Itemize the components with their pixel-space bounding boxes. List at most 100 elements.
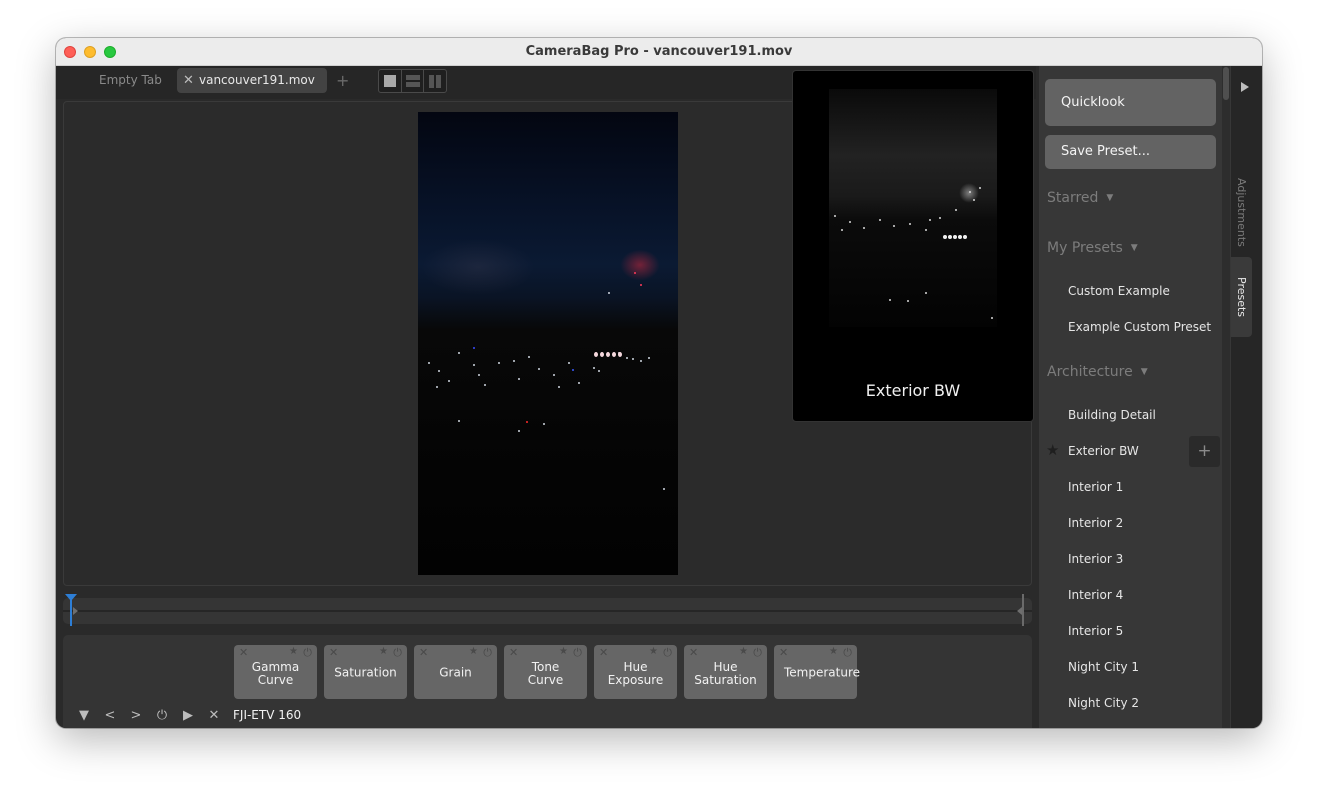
end-trim-handle[interactable]: [1022, 594, 1024, 626]
save-preset-button[interactable]: Save Preset...: [1045, 135, 1216, 169]
power-icon[interactable]: ⏻: [753, 646, 762, 660]
tab-adjustments[interactable]: Adjustments: [1231, 160, 1252, 264]
adjustment-card[interactable]: ✕ ★ ⏻ Hue Exposure: [594, 645, 677, 699]
power-icon[interactable]: ⏻: [843, 646, 852, 660]
preset-item[interactable]: Interior 1: [1068, 480, 1123, 494]
preset-section-header[interactable]: Starred ▼: [1047, 190, 1113, 206]
preset-item[interactable]: Interior 5: [1068, 624, 1123, 638]
power-icon[interactable]: ⏻: [303, 646, 312, 660]
add-preset-button[interactable]: +: [1189, 436, 1220, 467]
expand-panel-icon[interactable]: [1241, 82, 1249, 92]
remove-adjustment-icon[interactable]: ✕: [239, 646, 248, 659]
light-dot: [538, 368, 540, 370]
power-toggle-icon[interactable]: ⏻: [149, 708, 175, 723]
pin-icon[interactable]: ★: [829, 646, 838, 657]
preset-item[interactable]: Interior 4: [1068, 588, 1123, 602]
preset-item[interactable]: Custom Example: [1068, 284, 1170, 298]
preset-section-header[interactable]: Architecture ▼: [1047, 364, 1148, 380]
single-view-button[interactable]: [379, 70, 402, 92]
split-vertical-view-button[interactable]: [424, 70, 446, 92]
light-dot: [969, 191, 971, 193]
light-dot: [478, 374, 480, 376]
presets-panel: Quicklook Save Preset... Starred ▼ My Pres…: [1039, 66, 1231, 728]
remove-adjustment-icon[interactable]: ✕: [509, 646, 518, 659]
preview-caption: Exterior BW: [865, 381, 961, 400]
play-button[interactable]: ▶: [175, 708, 201, 723]
remove-adjustment-icon[interactable]: ✕: [689, 646, 698, 659]
tray-controls: ▼ < > ⏻ ▶ ✕ FJI-ETV 160: [71, 707, 301, 723]
remove-adjustment-icon[interactable]: ✕: [779, 646, 788, 659]
power-icon[interactable]: ⏻: [663, 646, 672, 660]
preset-preview-image: [829, 89, 997, 327]
scrollbar-thumb[interactable]: [1223, 67, 1229, 100]
light-dot: [889, 299, 891, 301]
adjustment-card[interactable]: ✕ ★ ⏻ Grain: [414, 645, 497, 699]
tab-presets[interactable]: Presets: [1231, 257, 1252, 337]
star-icon[interactable]: ★: [1046, 441, 1059, 459]
light-dot: [593, 367, 595, 369]
adjustment-card[interactable]: ✕ ★ ⏻ Gamma Curve: [234, 645, 317, 699]
quicklook-button[interactable]: Quicklook: [1045, 79, 1216, 126]
light-dot: [484, 384, 486, 386]
add-tab-button[interactable]: +: [336, 68, 349, 93]
clear-adjustments-button[interactable]: ✕: [201, 708, 227, 723]
light-dot: [528, 356, 530, 358]
preset-section-header[interactable]: My Presets ▼: [1047, 240, 1138, 256]
remove-adjustment-icon[interactable]: ✕: [599, 646, 608, 659]
power-icon[interactable]: ⏻: [393, 646, 402, 660]
chevron-down-icon: ▼: [1140, 367, 1148, 377]
light-dot: [849, 221, 851, 223]
timeline[interactable]: [63, 594, 1032, 626]
quicklook-preview: Exterior BW: [792, 70, 1034, 422]
light-dot: [428, 362, 430, 364]
preset-item[interactable]: Example Custom Preset: [1068, 320, 1211, 334]
pin-icon[interactable]: ★: [289, 646, 298, 657]
light-dot: [513, 360, 515, 362]
light-dot: [612, 352, 616, 357]
preset-item[interactable]: Night City 1: [1068, 660, 1139, 674]
power-icon[interactable]: ⏻: [483, 646, 492, 660]
title-bar: CameraBag Pro - vancouver191.mov: [56, 38, 1262, 66]
light-dot: [973, 199, 975, 201]
adjustment-card[interactable]: ✕ ★ ⏻ Tone Curve: [504, 645, 587, 699]
pin-icon[interactable]: ★: [739, 646, 748, 657]
preset-item[interactable]: Night City 2: [1068, 696, 1139, 710]
light-dot: [578, 382, 580, 384]
light-dot: [543, 423, 545, 425]
preset-item[interactable]: Interior 3: [1068, 552, 1123, 566]
pin-icon[interactable]: ★: [379, 646, 388, 657]
preset-item[interactable]: Interior 2: [1068, 516, 1123, 530]
previous-preset-button[interactable]: <: [97, 708, 123, 723]
adjustment-card[interactable]: ✕ ★ ⏻ Temperature: [774, 645, 860, 699]
playhead[interactable]: [65, 594, 77, 626]
light-dot: [558, 386, 560, 388]
light-dot: [925, 292, 927, 294]
pin-icon[interactable]: ★: [649, 646, 658, 657]
tab-vancouver191[interactable]: ✕ vancouver191.mov: [177, 68, 327, 93]
light-dot: [979, 187, 981, 189]
light-dot: [943, 235, 947, 239]
light-dot: [841, 229, 843, 231]
city-lights: [418, 112, 678, 575]
remove-adjustment-icon[interactable]: ✕: [329, 646, 338, 659]
power-icon[interactable]: ⏻: [573, 646, 582, 660]
pin-icon[interactable]: ★: [559, 646, 568, 657]
pin-icon[interactable]: ★: [469, 646, 478, 657]
preset-item[interactable]: Building Detail: [1068, 408, 1156, 422]
preset-item[interactable]: Exterior BW: [1068, 444, 1139, 458]
close-tab-icon[interactable]: ✕: [183, 68, 194, 93]
light-dot: [448, 380, 450, 382]
adjustment-card[interactable]: ✕ ★ ⏻ Hue Saturation: [684, 645, 767, 699]
next-preset-button[interactable]: >: [123, 708, 149, 723]
light-dot: [632, 358, 634, 360]
collapse-tray-icon[interactable]: ▼: [71, 708, 97, 723]
tab-empty[interactable]: Empty Tab: [99, 68, 162, 93]
timeline-track: [63, 610, 1032, 612]
split-horizontal-view-button[interactable]: [402, 70, 425, 92]
light-dot: [473, 364, 475, 366]
light-dot: [640, 284, 642, 286]
adjustment-card[interactable]: ✕ ★ ⏻ Saturation: [324, 645, 407, 699]
presets-scrollbar[interactable]: [1222, 66, 1230, 728]
remove-adjustment-icon[interactable]: ✕: [419, 646, 428, 659]
app-window: CameraBag Pro - vancouver191.mov Empty T…: [56, 38, 1262, 728]
